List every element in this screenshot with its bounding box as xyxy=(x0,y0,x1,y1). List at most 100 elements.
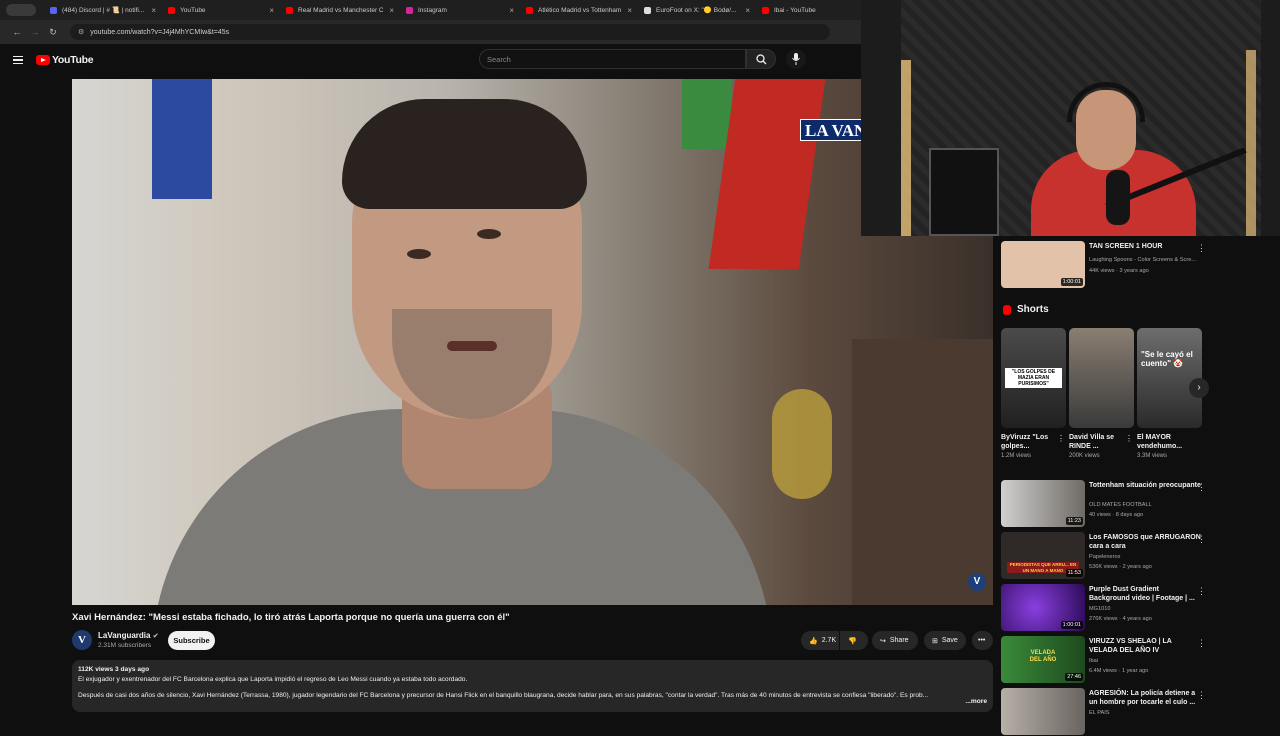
youtube-icon xyxy=(526,6,533,14)
video-player[interactable]: LA VAN V xyxy=(72,79,993,605)
save-button[interactable]: ⊞ Save xyxy=(924,631,966,650)
browser-tab-atletico[interactable]: Atlético Madrid vs Tottenham... × xyxy=(520,0,638,20)
short-thumbnail xyxy=(1069,328,1134,428)
show-more-link[interactable]: ...more xyxy=(961,697,987,707)
more-vert-icon[interactable]: ⋮ xyxy=(1197,482,1206,493)
more-vert-icon[interactable]: ⋮ xyxy=(1197,690,1206,701)
video-flag-blue xyxy=(152,79,212,199)
video-person-eye xyxy=(477,229,501,239)
forward-icon[interactable]: → xyxy=(26,27,44,37)
menu-icon[interactable] xyxy=(13,54,23,67)
more-vert-icon[interactable]: ⋮ xyxy=(1057,434,1065,443)
like-button[interactable]: 👍 2.7K xyxy=(801,631,839,650)
more-vert-icon[interactable]: ⋮ xyxy=(1197,243,1206,254)
thumbs-up-icon: 👍 xyxy=(809,637,818,645)
video-thumbnail: 1:00:01 xyxy=(1001,584,1085,631)
channel-avatar[interactable]: V xyxy=(72,630,92,650)
video-thumbnail: VELADA DEL AÑO 27:46 xyxy=(1001,636,1085,683)
verified-icon: ✔ xyxy=(152,633,159,640)
dislike-button[interactable]: 👎 xyxy=(840,631,868,650)
address-bar-row: ← → ↻ ⚙ youtube.com/watch?v=J4j4MhYCMIw&… xyxy=(0,20,861,44)
url-field[interactable]: ⚙ youtube.com/watch?v=J4j4MhYCMIw&t=45s xyxy=(70,24,830,40)
shorts-next-arrow-icon[interactable]: › xyxy=(1189,378,1209,398)
recommended-video[interactable]: VELADA DEL AÑO 27:46 VIRUZZ VS SHELAO | … xyxy=(1001,636,1211,684)
search-input[interactable]: Search xyxy=(479,49,746,69)
short-item[interactable]: "LOS GOLPES DE MAZIA ERAN PURISIMOS" ByV… xyxy=(1001,328,1066,459)
video-person-eye xyxy=(407,249,431,259)
close-tab-icon[interactable]: × xyxy=(509,6,514,15)
url-text: youtube.com/watch?v=J4j4MhYCMIw&t=45s xyxy=(90,28,230,36)
search-button[interactable] xyxy=(746,49,776,69)
webcam-overlay xyxy=(861,0,1280,236)
discord-icon xyxy=(50,6,57,14)
video-trophy xyxy=(772,389,832,499)
microphone-icon xyxy=(792,53,800,65)
video-shelf xyxy=(852,339,993,605)
more-actions-button[interactable]: ••• xyxy=(972,631,993,650)
video-title: Xavi Hernández: "Messi estaba fichado, l… xyxy=(72,612,510,623)
webcam-light xyxy=(1246,50,1256,236)
more-vert-icon[interactable]: ⋮ xyxy=(1197,586,1206,597)
thumbs-down-icon: 👎 xyxy=(848,637,857,645)
reload-icon[interactable]: ↻ xyxy=(44,27,62,38)
video-thumbnail: 11:23 xyxy=(1001,480,1085,527)
back-icon[interactable]: ← xyxy=(8,27,26,37)
webcam-microphone xyxy=(1106,170,1130,225)
youtube-logo[interactable]: YouTube xyxy=(36,54,94,66)
close-tab-icon[interactable]: × xyxy=(389,6,394,15)
webcam-fridge xyxy=(929,148,999,236)
channel-row: V LaVanguardia ✔ 2.31M subscribers Subsc… xyxy=(72,630,993,652)
close-tab-icon[interactable]: × xyxy=(269,6,274,15)
close-tab-icon[interactable]: × xyxy=(745,6,750,15)
youtube-header: YouTube Search xyxy=(0,44,861,76)
instagram-icon xyxy=(406,6,413,14)
more-vert-icon[interactable]: ⋮ xyxy=(1125,434,1133,443)
youtube-play-icon xyxy=(36,55,50,65)
x-icon xyxy=(644,6,651,14)
webcam-light xyxy=(901,60,911,236)
share-button[interactable]: ↪ Share xyxy=(872,631,918,650)
youtube-icon xyxy=(762,6,769,14)
close-tab-icon[interactable]: × xyxy=(627,6,632,15)
subscribe-button[interactable]: Subscribe xyxy=(168,631,215,650)
recommendations-sidebar: 1:00:01 TAN SCREEN 1 HOUR Laughing Spoon… xyxy=(1001,236,1280,735)
short-item[interactable]: David Villa se RINDE ... 200K views ⋮ xyxy=(1069,328,1134,459)
browser-tab-youtube[interactable]: YouTube × xyxy=(162,0,280,20)
description-line: El exjugador y exentrenador del FC Barce… xyxy=(78,676,468,683)
recommended-video[interactable]: 11:23 Tottenham situación preocupante OL… xyxy=(1001,480,1211,528)
search-icon xyxy=(756,54,767,65)
browser-tab-discord[interactable]: (484) Discord | # 📜 | notifi... × xyxy=(44,0,162,20)
browser-tab-real-madrid[interactable]: Real Madrid vs Manchester C... × xyxy=(280,0,400,20)
subscriber-count: 2.31M subscribers xyxy=(98,642,152,649)
site-info-icon[interactable]: ⚙ xyxy=(78,28,84,36)
channel-name[interactable]: LaVanguardia ✔ xyxy=(98,631,159,640)
more-vert-icon[interactable]: ⋮ xyxy=(1197,534,1206,545)
video-thumbnail: 1:00:01 xyxy=(1001,241,1085,288)
video-person-hair xyxy=(342,99,587,209)
shorts-heading: Shorts xyxy=(1003,304,1049,315)
description-line: Después de casi dos años de silencio, Xa… xyxy=(78,692,929,699)
browser-tab-bar: (484) Discord | # 📜 | notifi... × YouTube… xyxy=(0,0,861,20)
recommended-video[interactable]: AGRESIÓN: La policía detiene a un hombre… xyxy=(1001,688,1211,736)
video-person-mouth xyxy=(447,341,497,351)
description-box[interactable]: 112K views 3 days ago El exjugador y exe… xyxy=(72,660,993,712)
youtube-icon xyxy=(286,6,293,14)
close-tab-icon[interactable]: × xyxy=(151,6,156,15)
recommended-video[interactable]: 1:00:01 Purple Dust Gradient Background … xyxy=(1001,584,1211,632)
view-count-date: 112K views 3 days ago xyxy=(78,666,150,673)
browser-tab-ibai[interactable]: Ibai - YouTube xyxy=(756,0,846,20)
voice-search-button[interactable] xyxy=(786,49,806,69)
browser-tab-instagram[interactable]: Instagram × xyxy=(400,0,520,20)
browser-tab-x[interactable]: EuroFoot on X: "🟡 Bodø/... × xyxy=(638,0,756,20)
recommended-video[interactable]: PERIODISTAS QUE ARRU... EN UN MANO A MAN… xyxy=(1001,532,1211,580)
save-icon: ⊞ xyxy=(932,637,938,645)
more-vert-icon[interactable]: ⋮ xyxy=(1197,638,1206,649)
more-icon: ••• xyxy=(978,637,986,644)
short-thumbnail: "Se le cayó el cuento" 🤡 xyxy=(1137,328,1202,428)
recommended-video[interactable]: 1:00:01 TAN SCREEN 1 HOUR Laughing Spoon… xyxy=(1001,241,1211,289)
youtube-icon xyxy=(168,6,175,14)
video-thumbnail xyxy=(1001,688,1085,735)
channel-watermark-icon[interactable]: V xyxy=(968,573,986,591)
video-flag-green xyxy=(682,79,732,149)
window-controls[interactable] xyxy=(6,4,36,16)
